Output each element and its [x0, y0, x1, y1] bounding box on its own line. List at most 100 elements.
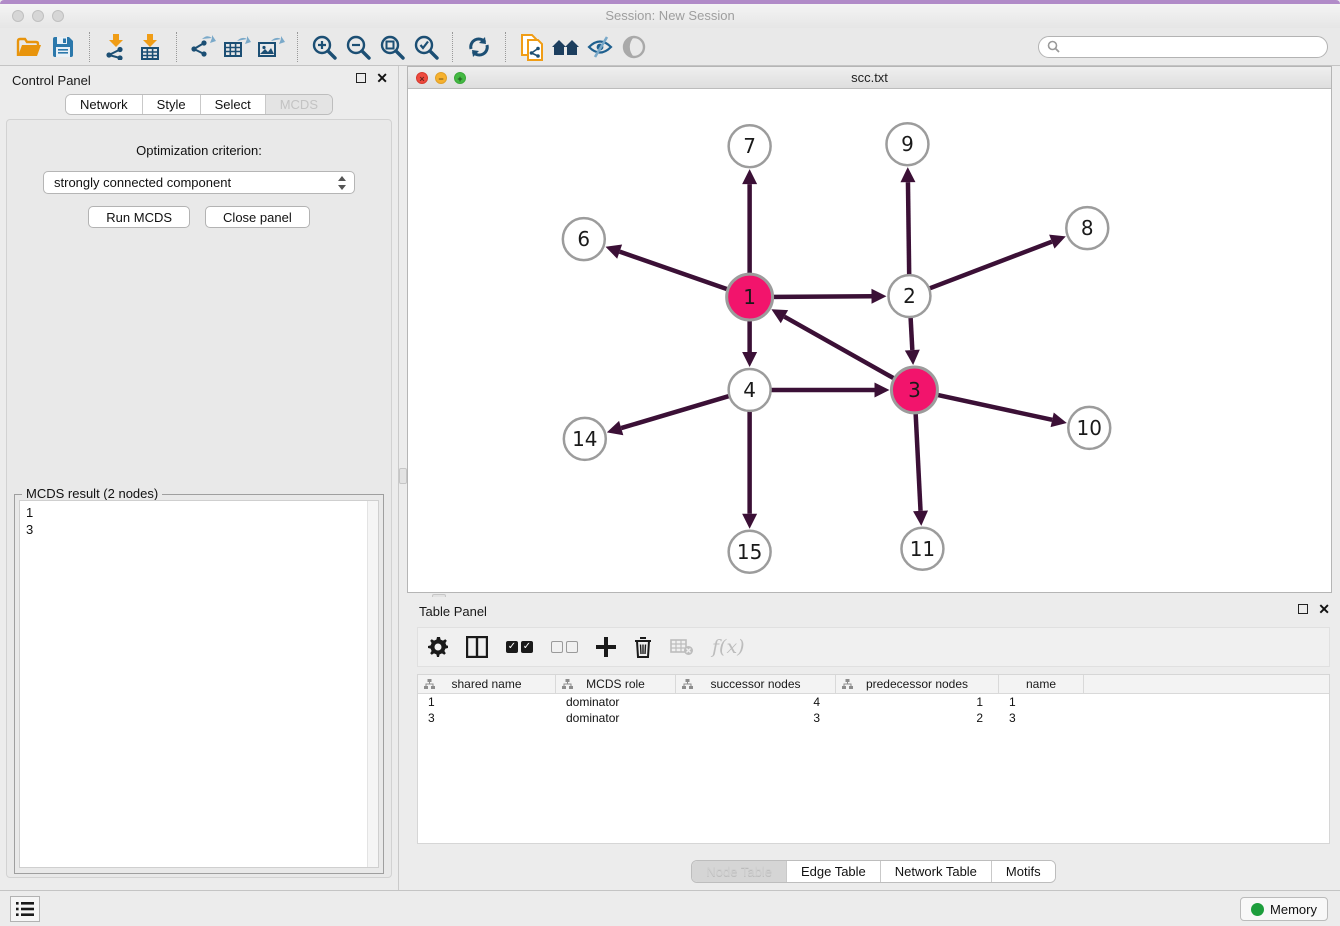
criterion-dropdown[interactable]: strongly connected component	[43, 171, 355, 194]
graph-node-11[interactable]: 11	[901, 528, 943, 570]
deselect-all-checkboxes-icon[interactable]	[551, 634, 578, 660]
show-hidden-icon[interactable]	[617, 31, 651, 63]
search-field[interactable]	[1038, 36, 1328, 58]
select-all-checkboxes-icon[interactable]: ✓✓	[506, 634, 533, 660]
table-row[interactable]: 3dominator323	[418, 710, 1329, 726]
close-panel-button[interactable]: Close panel	[205, 206, 310, 228]
table-settings-gear-icon[interactable]	[428, 634, 448, 660]
graph-node-9[interactable]: 9	[886, 123, 928, 165]
graph-node-label: 2	[903, 284, 916, 308]
graph-node-2[interactable]: 2	[888, 275, 930, 317]
graph-node-4[interactable]: 4	[729, 369, 771, 411]
graph-node-3[interactable]: 3	[891, 367, 937, 413]
column-header-MCDS-role[interactable]: MCDS role	[556, 675, 676, 693]
table-tabs: Node Table Edge Table Network Table Moti…	[407, 860, 1340, 883]
show-all-icon[interactable]	[549, 31, 583, 63]
window-controls[interactable]	[12, 10, 64, 22]
delete-trash-icon[interactable]	[634, 634, 652, 660]
column-header-label: successor nodes	[710, 677, 800, 691]
tab-network-table[interactable]: Network Table	[880, 861, 991, 883]
graph-edge-arrowhead	[913, 510, 928, 525]
hierarchy-icon	[562, 679, 573, 690]
table-cell[interactable]: 3	[676, 710, 836, 726]
network-window-titlebar: × − + scc.txt	[408, 67, 1331, 89]
tab-select[interactable]: Select	[200, 95, 265, 114]
table-cell[interactable]: 1	[418, 694, 556, 710]
close-window-button[interactable]	[12, 10, 24, 22]
mcds-result-group: MCDS result (2 nodes) 1 3	[14, 494, 384, 874]
tab-motifs[interactable]: Motifs	[991, 861, 1055, 883]
table-cell[interactable]: 2	[836, 710, 999, 726]
table-cell[interactable]: 1	[836, 694, 999, 710]
table-cell[interactable]: 3	[418, 710, 556, 726]
search-input[interactable]	[1065, 39, 1319, 55]
column-header-predecessor-nodes[interactable]: predecessor nodes	[836, 675, 999, 693]
graph-node-8[interactable]: 8	[1066, 207, 1108, 249]
column-selector-icon[interactable]	[466, 634, 488, 660]
tab-edge-table[interactable]: Edge Table	[786, 861, 880, 883]
graph-node-6[interactable]: 6	[563, 218, 605, 260]
import-table-icon[interactable]	[133, 31, 167, 63]
open-session-icon[interactable]	[12, 31, 46, 63]
graph-node-7[interactable]: 7	[729, 125, 771, 167]
save-session-icon[interactable]	[46, 31, 80, 63]
node-table[interactable]: shared nameMCDS role successor nodes prede…	[417, 674, 1330, 844]
graph-node-label: 14	[572, 427, 597, 451]
close-panel-icon[interactable]: ✕	[376, 73, 388, 83]
network-graph[interactable]: 7 9 6 8 1 2 4 3 14 10 15 11	[408, 89, 1331, 592]
table-cell[interactable]: dominator	[556, 694, 676, 710]
tab-style[interactable]: Style	[142, 95, 200, 114]
table-cell[interactable]: 4	[676, 694, 836, 710]
mcds-result-scrollbar[interactable]	[367, 501, 378, 867]
run-mcds-button[interactable]: Run MCDS	[88, 206, 190, 228]
tab-network[interactable]: Network	[66, 95, 142, 114]
table-cell[interactable]: 1	[999, 694, 1084, 710]
network-minimize-button[interactable]: −	[435, 72, 447, 84]
table-cell[interactable]: dominator	[556, 710, 676, 726]
table-cell[interactable]: 3	[999, 710, 1084, 726]
graph-node-14[interactable]: 14	[564, 418, 606, 460]
zoom-selected-icon[interactable]	[409, 31, 443, 63]
search-icon	[1047, 40, 1060, 53]
table-row[interactable]: 1dominator411	[418, 694, 1329, 710]
graph-edge-arrowhead	[605, 245, 622, 259]
memory-button[interactable]: Memory	[1240, 897, 1328, 921]
mcds-result-textarea[interactable]: 1 3	[19, 500, 379, 868]
toolbar-separator	[297, 32, 298, 62]
zoom-out-icon[interactable]	[341, 31, 375, 63]
export-image-icon[interactable]	[254, 31, 288, 63]
close-table-panel-icon[interactable]: ✕	[1318, 604, 1330, 614]
task-history-button[interactable]	[10, 896, 40, 922]
zoom-fit-icon[interactable]	[375, 31, 409, 63]
column-header-name[interactable]: name	[999, 675, 1084, 693]
network-maximize-button[interactable]: +	[454, 72, 466, 84]
zoom-window-button[interactable]	[52, 10, 64, 22]
vertical-splitter-grip[interactable]	[399, 468, 407, 484]
graph-node-15[interactable]: 15	[729, 531, 771, 573]
application-window: Session: New Session	[0, 0, 1340, 926]
network-canvas[interactable]: 7 9 6 8 1 2 4 3 14 10 15 11	[408, 89, 1331, 592]
graph-node-1[interactable]: 1	[727, 274, 773, 320]
column-header-shared-name[interactable]: shared name	[418, 675, 556, 693]
minimize-window-button[interactable]	[32, 10, 44, 22]
clone-network-icon[interactable]	[515, 31, 549, 63]
network-window: × − + scc.txt 7 9 6 8 1 2 4 3 14 10 15 11	[407, 66, 1332, 593]
float-panel-icon[interactable]	[356, 73, 366, 83]
network-close-button[interactable]: ×	[416, 72, 428, 84]
apply-layout-icon[interactable]	[462, 31, 496, 63]
graph-edge-arrowhead	[1051, 413, 1067, 428]
zoom-in-icon[interactable]	[307, 31, 341, 63]
tab-node-table[interactable]: Node Table	[692, 861, 786, 883]
hide-selected-icon[interactable]	[583, 31, 617, 63]
import-network-icon[interactable]	[99, 31, 133, 63]
export-table-icon[interactable]	[220, 31, 254, 63]
tab-mcds[interactable]: MCDS	[265, 95, 332, 114]
graph-node-label: 10	[1077, 416, 1102, 440]
column-header-successor-nodes[interactable]: successor nodes	[676, 675, 836, 693]
list-icon	[16, 901, 34, 917]
float-table-panel-icon[interactable]	[1298, 604, 1308, 614]
export-network-icon[interactable]	[186, 31, 220, 63]
graph-node-10[interactable]: 10	[1068, 407, 1110, 449]
add-icon[interactable]	[596, 634, 616, 660]
graph-edge-2-8[interactable]	[909, 242, 1051, 296]
